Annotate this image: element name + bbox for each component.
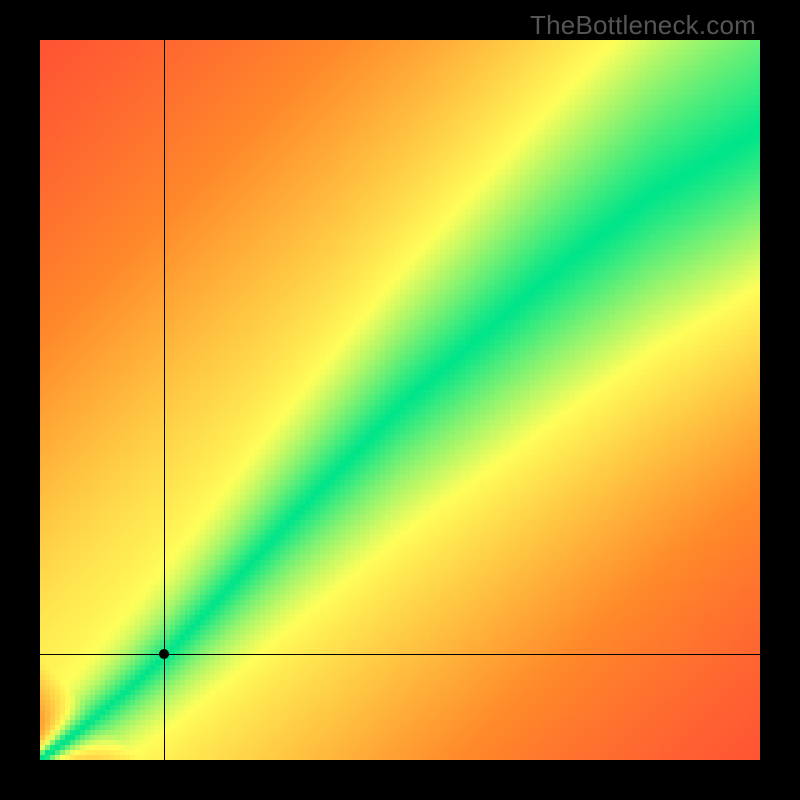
watermark: TheBottleneck.com <box>530 10 756 41</box>
chart-frame: TheBottleneck.com <box>0 0 800 800</box>
heatmap-canvas <box>40 40 760 760</box>
crosshair-horizontal <box>40 654 760 655</box>
crosshair-marker <box>159 649 169 659</box>
